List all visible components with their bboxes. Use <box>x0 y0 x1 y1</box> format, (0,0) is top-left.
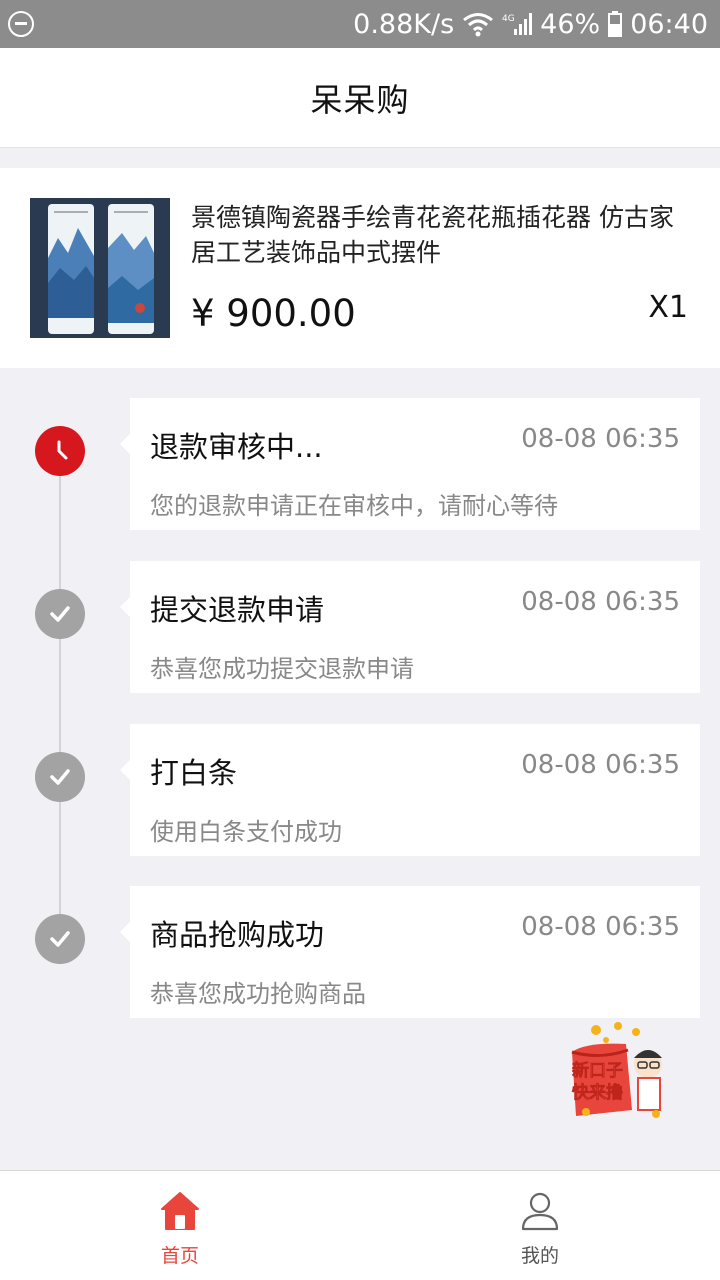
event-card: 退款审核中... 08-08 06:35 您的退款申请正在审核中，请耐心等待 <box>120 398 700 530</box>
timeline-item: 提交退款申请 08-08 06:35 恭喜您成功提交退款申请 <box>0 561 720 695</box>
timeline-item: 商品抢购成功 08-08 06:35 恭喜您成功抢购商品 <box>0 886 720 1020</box>
home-icon <box>160 1191 200 1235</box>
check-icon <box>35 752 85 802</box>
product-image <box>30 198 170 338</box>
event-description: 您的退款申请正在审核中，请耐心等待 <box>150 492 558 520</box>
check-icon <box>35 914 85 964</box>
event-title: 退款审核中... <box>150 430 323 464</box>
event-title: 打白条 <box>150 756 238 790</box>
app-header: 呆呆购 <box>0 48 720 148</box>
check-icon <box>35 589 85 639</box>
product-quantity: X1 <box>648 290 688 325</box>
product-card[interactable]: 景德镇陶瓷器手绘青花瓷花瓶插花器 仿古家居工艺装饰品中式摆件 ¥ 900.00 … <box>0 168 720 368</box>
signal-4g-icon: 4G <box>502 11 533 37</box>
event-card: 提交退款申请 08-08 06:35 恭喜您成功提交退款申请 <box>120 561 700 693</box>
product-price: ¥ 900.00 <box>191 292 356 335</box>
page-title: 呆呆购 <box>310 80 410 119</box>
event-description: 恭喜您成功抢购商品 <box>150 980 366 1008</box>
clock: 06:40 <box>630 8 708 40</box>
event-time: 08-08 06:35 <box>521 587 680 617</box>
network-type: 4G <box>502 14 515 24</box>
event-card: 商品抢购成功 08-08 06:35 恭喜您成功抢购商品 <box>120 886 700 1018</box>
promo-floating-button[interactable]: 新口子 快来撸 <box>566 1020 674 1120</box>
bottom-nav: 首页 我的 <box>0 1170 720 1280</box>
event-description: 恭喜您成功提交退款申请 <box>150 655 414 683</box>
event-card: 打白条 08-08 06:35 使用白条支付成功 <box>120 724 700 856</box>
nav-home-label: 首页 <box>160 1245 199 1267</box>
timeline-item: 退款审核中... 08-08 06:35 您的退款申请正在审核中，请耐心等待 <box>0 398 720 532</box>
nav-mine[interactable]: 我的 <box>360 1171 720 1280</box>
nav-home[interactable]: 首页 <box>0 1171 360 1280</box>
promo-text-line1: 新口子 <box>572 1060 623 1081</box>
timeline-item: 打白条 08-08 06:35 使用白条支付成功 <box>0 724 720 858</box>
battery-icon <box>608 11 623 37</box>
event-title: 提交退款申请 <box>150 593 325 627</box>
nav-mine-label: 我的 <box>520 1245 559 1267</box>
clock-icon <box>35 426 85 476</box>
event-time: 08-08 06:35 <box>521 750 680 780</box>
network-speed: 0.88K/s <box>353 8 455 40</box>
status-bar: 0.88K/s 4G 46% 06:40 <box>0 0 720 48</box>
battery-percent: 46% <box>540 8 601 40</box>
event-time: 08-08 06:35 <box>521 424 680 454</box>
do-not-disturb-icon <box>8 11 34 37</box>
wifi-icon <box>462 11 494 37</box>
user-icon <box>520 1191 560 1235</box>
promo-text-line2: 快来撸 <box>572 1082 623 1103</box>
product-name: 景德镇陶瓷器手绘青花瓷花瓶插花器 仿古家居工艺装饰品中式摆件 <box>191 203 674 267</box>
event-time: 08-08 06:35 <box>521 912 680 942</box>
event-description: 使用白条支付成功 <box>150 818 342 846</box>
event-title: 商品抢购成功 <box>150 918 325 952</box>
